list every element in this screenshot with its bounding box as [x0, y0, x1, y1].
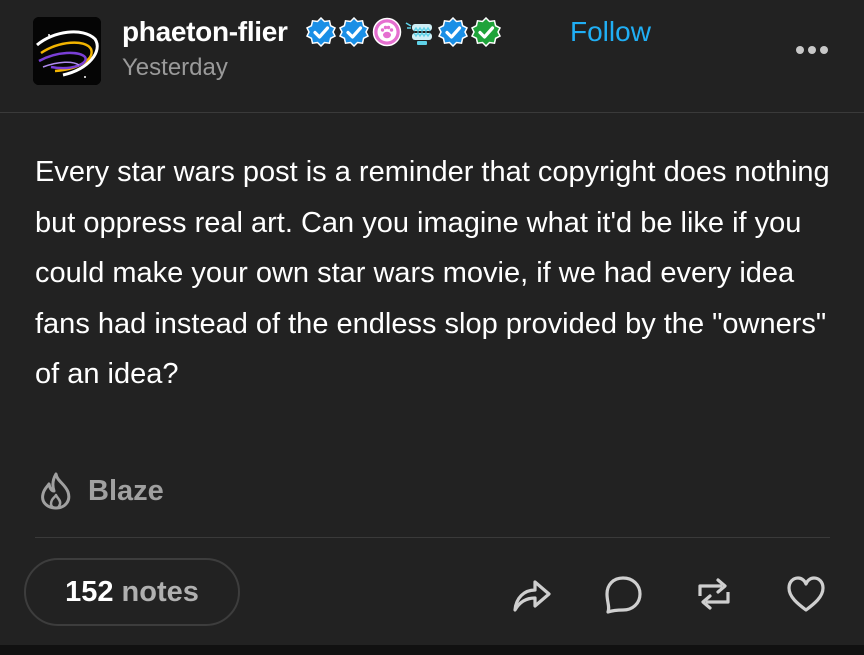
wind-up-teeth-badge-icon[interactable]	[405, 17, 435, 47]
badge-row	[306, 15, 501, 49]
header-divider	[0, 112, 864, 113]
paw-print-badge-icon[interactable]	[372, 17, 402, 47]
heart-icon[interactable]	[784, 572, 828, 616]
reblog-icon[interactable]	[692, 572, 736, 616]
share-arrow-icon[interactable]	[509, 572, 553, 616]
bottom-edge	[0, 645, 864, 655]
speech-bubble-icon[interactable]	[601, 572, 645, 616]
verified-check-green-icon[interactable]	[471, 17, 501, 47]
blaze-label: Blaze	[88, 474, 164, 507]
more-dots-icon[interactable]	[792, 40, 832, 60]
verified-check-blue-icon[interactable]	[306, 17, 336, 47]
post-timestamp: Yesterday	[122, 54, 228, 81]
avatar[interactable]	[33, 17, 101, 85]
post-card: phaeton-flier Follow Yesterday Every sta…	[0, 0, 864, 655]
verified-check-blue-icon[interactable]	[438, 17, 468, 47]
follow-button[interactable]: Follow	[570, 14, 651, 50]
flame-icon	[41, 472, 71, 510]
post-actions	[0, 572, 864, 616]
orbit-swirl-avatar-icon	[33, 17, 101, 85]
blaze-button[interactable]: Blaze	[37, 470, 164, 512]
footer-divider	[35, 537, 830, 538]
post-body-text: Every star wars post is a reminder that …	[35, 156, 830, 390]
post-header: phaeton-flier Follow Yesterday	[0, 0, 864, 112]
username[interactable]: phaeton-flier	[122, 14, 288, 50]
verified-check-blue-icon[interactable]	[339, 17, 369, 47]
